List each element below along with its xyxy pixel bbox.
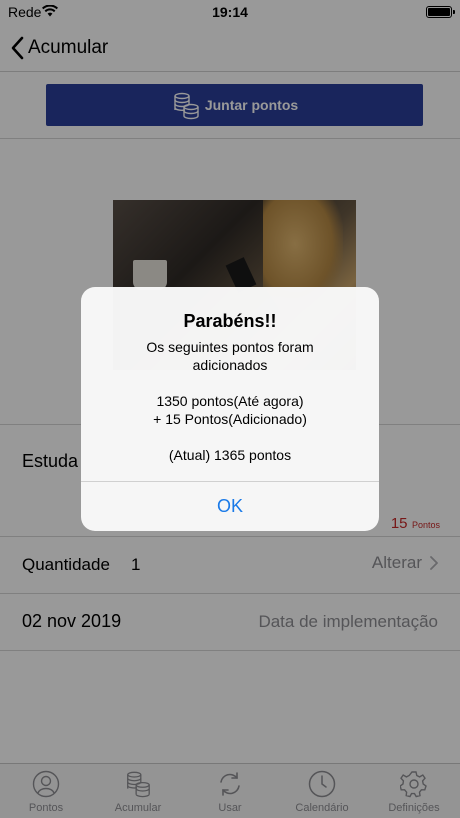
alert-message-line: Os seguintes pontos foram (146, 339, 314, 355)
points-added-alert: Parabéns!! Os seguintes pontos foram adi… (81, 287, 379, 531)
current-points: (Atual) 1365 pontos (168, 447, 292, 463)
alert-message-line: adicionados (192, 357, 268, 373)
app-screen: Rede 19:14 Acumular Juntar pontos Estuda… (0, 0, 460, 818)
previous-points: 1350 pontos(Até agora) (156, 393, 304, 409)
ok-button[interactable]: OK (81, 482, 379, 531)
added-points: + 15 Pontos(Adicionado) (153, 411, 307, 427)
alert-message: Os seguintes pontos foram adicionados 13… (81, 338, 379, 464)
alert-title: Parabéns!! (183, 311, 277, 331)
